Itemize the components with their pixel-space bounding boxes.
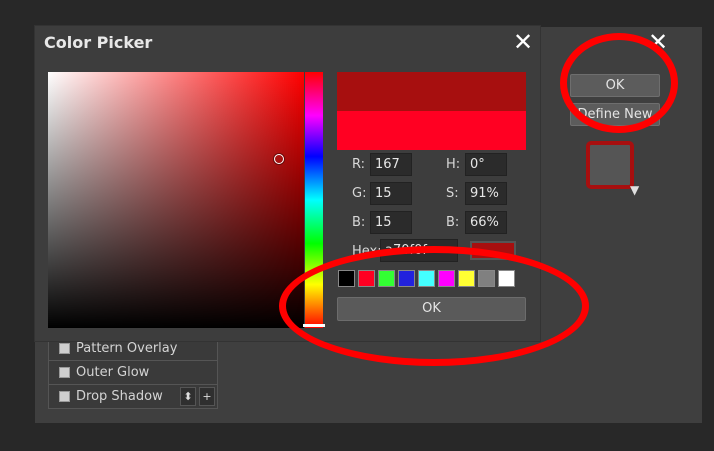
s-label: S: (446, 186, 459, 201)
add-icon[interactable]: + (199, 387, 215, 406)
g-input[interactable]: 15 (370, 182, 412, 205)
saturation-value-square[interactable] (48, 72, 304, 328)
annotation-circle-top-ok (560, 33, 678, 133)
s-input[interactable]: 91% (465, 182, 507, 205)
r-label: R: (352, 157, 366, 172)
style-row-label: Outer Glow (76, 365, 150, 380)
h-input[interactable]: 0° (465, 153, 507, 176)
style-preview-swatch[interactable] (586, 141, 634, 189)
style-row-outer-glow[interactable]: Outer Glow (48, 360, 218, 385)
b-input[interactable]: 15 (370, 211, 412, 234)
style-row-label: Drop Shadow (76, 389, 163, 404)
color-picker-close-icon[interactable]: ✕ (510, 29, 536, 55)
style-row-drop-shadow[interactable]: Drop Shadow ⬍ + (48, 384, 218, 409)
h-label: H: (446, 157, 461, 172)
swatch-dropdown-arrow-icon[interactable]: ▼ (630, 183, 644, 197)
pattern-overlay-checkbox[interactable] (59, 343, 70, 354)
style-row-label: Pattern Overlay (76, 341, 178, 356)
drop-shadow-checkbox[interactable] (59, 391, 70, 402)
b-label: B: (352, 215, 366, 230)
color-picker-title: Color Picker (44, 33, 153, 52)
annotation-circle-picker-ok (279, 246, 589, 366)
brightness-input[interactable]: 66% (465, 211, 507, 234)
r-input[interactable]: 167 (370, 153, 412, 176)
brightness-label: B: (446, 215, 460, 230)
g-label: G: (352, 186, 367, 201)
previous-color-preview[interactable] (337, 111, 526, 150)
reorder-icon[interactable]: ⬍ (180, 387, 196, 406)
new-color-preview (337, 72, 526, 111)
color-cursor-handle[interactable] (274, 154, 284, 164)
outer-glow-checkbox[interactable] (59, 367, 70, 378)
